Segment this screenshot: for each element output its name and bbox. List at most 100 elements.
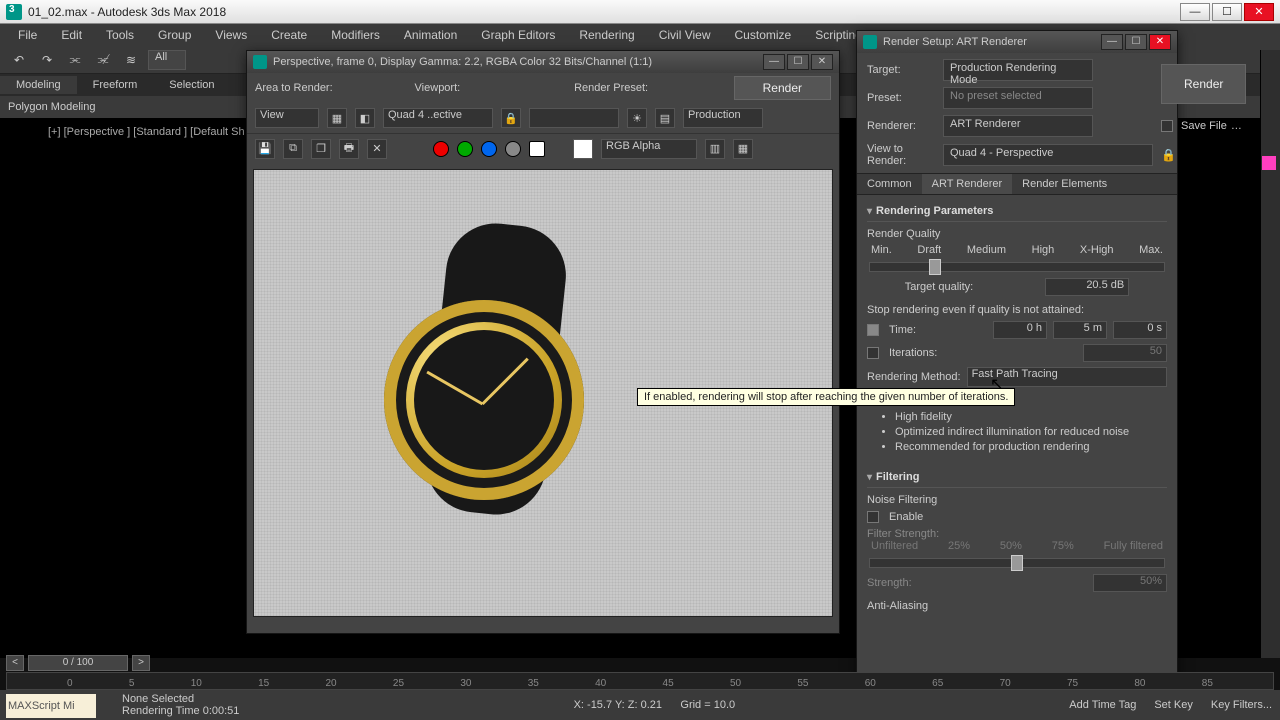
ribbon-tab-selection[interactable]: Selection bbox=[153, 76, 230, 94]
bg-color-swatch[interactable] bbox=[573, 139, 593, 159]
menu-edit[interactable]: Edit bbox=[49, 26, 94, 44]
render-time-status: Rendering Time 0:00:51 bbox=[122, 705, 239, 717]
render-preset-select[interactable] bbox=[529, 108, 619, 128]
tab-common[interactable]: Common bbox=[857, 174, 922, 194]
collapse-icon[interactable]: ▾ bbox=[867, 206, 872, 217]
link-button[interactable]: ⫘ bbox=[64, 49, 86, 71]
enable-filtering-checkbox[interactable] bbox=[867, 511, 879, 523]
channel-green[interactable] bbox=[457, 141, 473, 157]
render-frame-maximize[interactable]: ☐ bbox=[787, 54, 809, 70]
time-checkbox[interactable] bbox=[867, 324, 879, 336]
preset-select[interactable]: No preset selected bbox=[943, 87, 1093, 109]
app-close-button[interactable]: ✕ bbox=[1244, 3, 1274, 21]
menu-graph-editors[interactable]: Graph Editors bbox=[469, 26, 567, 44]
unlink-button[interactable]: ⫘̸ bbox=[92, 49, 114, 71]
menu-modifiers[interactable]: Modifiers bbox=[319, 26, 392, 44]
time-minutes-input[interactable]: 5 m bbox=[1053, 321, 1107, 339]
fm-2: 50% bbox=[1000, 540, 1022, 552]
iterations-input[interactable]: 50 bbox=[1083, 344, 1167, 362]
menu-file[interactable]: File bbox=[6, 26, 49, 44]
add-time-tag-button[interactable]: Add Time Tag bbox=[1069, 699, 1136, 711]
strength-input[interactable]: 50% bbox=[1093, 574, 1167, 592]
save-file-browse[interactable]: … bbox=[1231, 120, 1242, 132]
time-position[interactable]: 0 / 100 bbox=[28, 655, 128, 671]
view-to-render-select[interactable]: Quad 4 - Perspective bbox=[943, 144, 1153, 166]
tick: 50 bbox=[730, 678, 741, 689]
viewport-select[interactable]: Quad 4 ..ective bbox=[383, 108, 493, 128]
fm-0: Unfiltered bbox=[871, 540, 918, 552]
copy-image-icon[interactable]: ⧉ bbox=[283, 139, 303, 159]
ribbon-tab-modeling[interactable]: Modeling bbox=[0, 76, 77, 94]
material-swatch[interactable] bbox=[1262, 156, 1276, 170]
channel-blue[interactable] bbox=[481, 141, 497, 157]
render-setup-minimize[interactable]: — bbox=[1101, 34, 1123, 50]
maxscript-listener[interactable]: MAXScript Mi bbox=[6, 694, 96, 718]
undo-button[interactable]: ↶ bbox=[8, 49, 30, 71]
target-select[interactable]: Production Rendering Mode bbox=[943, 59, 1093, 81]
clear-icon[interactable]: ✕ bbox=[367, 139, 387, 159]
app-minimize-button[interactable]: — bbox=[1180, 3, 1210, 21]
effects-icon[interactable]: ▤ bbox=[655, 108, 675, 128]
quality-slider[interactable] bbox=[869, 262, 1165, 272]
channel-red[interactable] bbox=[433, 141, 449, 157]
lock-view-icon[interactable]: 🔒 bbox=[1161, 148, 1246, 162]
renderer-select[interactable]: ART Renderer bbox=[943, 115, 1093, 137]
toggle-ui-icon[interactable]: ▦ bbox=[733, 139, 753, 159]
menu-group[interactable]: Group bbox=[146, 26, 203, 44]
schematic-button[interactable]: ≋ bbox=[120, 49, 142, 71]
region-icon[interactable]: ▦ bbox=[327, 108, 347, 128]
save-file-checkbox[interactable] bbox=[1161, 120, 1173, 132]
menu-tools[interactable]: Tools bbox=[94, 26, 146, 44]
menu-civil-view[interactable]: Civil View bbox=[647, 26, 723, 44]
render-setup-close[interactable]: ✕ bbox=[1149, 34, 1171, 50]
menu-customize[interactable]: Customize bbox=[723, 26, 804, 44]
menu-views[interactable]: Views bbox=[203, 26, 259, 44]
collapse-icon-2[interactable]: ▾ bbox=[867, 472, 872, 483]
time-seconds-input[interactable]: 0 s bbox=[1113, 321, 1167, 339]
time-prev-button[interactable]: < bbox=[6, 655, 24, 671]
time-hours-input[interactable]: 0 h bbox=[993, 321, 1047, 339]
set-key-button[interactable]: Set Key bbox=[1154, 699, 1193, 711]
selection-filter[interactable]: All bbox=[148, 50, 186, 70]
menu-create[interactable]: Create bbox=[259, 26, 319, 44]
viewport-select-label: Viewport: bbox=[415, 82, 567, 94]
channel-alpha[interactable] bbox=[505, 141, 521, 157]
iterations-checkbox[interactable] bbox=[867, 347, 879, 359]
render-frame-close[interactable]: ✕ bbox=[811, 54, 833, 70]
redo-button[interactable]: ↷ bbox=[36, 49, 58, 71]
command-panel-strip[interactable] bbox=[1260, 50, 1280, 658]
render-mode-select[interactable]: Production bbox=[683, 108, 763, 128]
status-bar: None Selected Rendering Time 0:00:51 X: … bbox=[0, 690, 1280, 720]
area-to-render-select[interactable]: View bbox=[255, 108, 319, 128]
channel-select[interactable]: RGB Alpha bbox=[601, 139, 697, 159]
rendering-method-select[interactable]: Fast Path Tracing bbox=[967, 367, 1167, 387]
ribbon-tab-freeform[interactable]: Freeform bbox=[77, 76, 154, 94]
time-slider[interactable]: < 0 / 100 > bbox=[6, 654, 1274, 672]
tab-art-renderer[interactable]: ART Renderer bbox=[922, 174, 1013, 194]
print-icon[interactable]: 🖶 bbox=[339, 139, 359, 159]
clone-window-icon[interactable]: ❐ bbox=[311, 139, 331, 159]
toggle-overlay-icon[interactable]: ▥ bbox=[705, 139, 725, 159]
filter-strength-label: Filter Strength: bbox=[867, 528, 1167, 540]
channel-mono[interactable] bbox=[529, 141, 545, 157]
time-next-button[interactable]: > bbox=[132, 655, 150, 671]
time-ruler[interactable]: 0 5 10 15 20 25 30 35 40 45 50 55 60 65 … bbox=[6, 672, 1274, 690]
environment-icon[interactable]: ☀ bbox=[627, 108, 647, 128]
anti-aliasing-label: Anti-Aliasing bbox=[867, 600, 1167, 612]
lock-viewport-icon[interactable]: 🔒 bbox=[501, 108, 521, 128]
key-filters-button[interactable]: Key Filters... bbox=[1211, 699, 1272, 711]
app-maximize-button[interactable]: ☐ bbox=[1212, 3, 1242, 21]
menu-animation[interactable]: Animation bbox=[392, 26, 469, 44]
tab-render-elements[interactable]: Render Elements bbox=[1012, 174, 1117, 194]
render-frame-minimize[interactable]: — bbox=[763, 54, 785, 70]
iterations-label: Iterations: bbox=[889, 347, 937, 359]
viewport-label[interactable]: [+] [Perspective ] [Standard ] [Default … bbox=[48, 126, 245, 138]
target-quality-input[interactable]: 20.5 dB bbox=[1045, 278, 1129, 296]
render-setup-render-button[interactable]: Render bbox=[1161, 64, 1246, 104]
render-button[interactable]: Render bbox=[734, 76, 831, 100]
menu-rendering[interactable]: Rendering bbox=[567, 26, 646, 44]
save-image-icon[interactable]: 💾 bbox=[255, 139, 275, 159]
filter-strength-slider[interactable] bbox=[869, 558, 1165, 568]
auto-region-icon[interactable]: ◧ bbox=[355, 108, 375, 128]
render-setup-maximize[interactable]: ☐ bbox=[1125, 34, 1147, 50]
